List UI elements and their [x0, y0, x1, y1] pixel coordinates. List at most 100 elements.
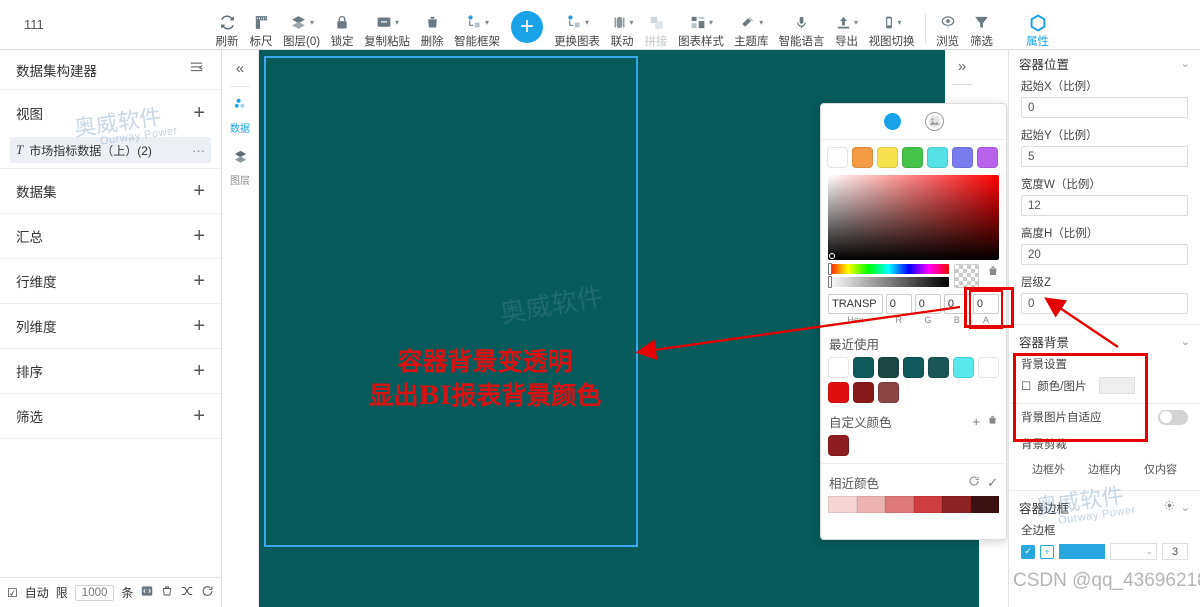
refresh-icon[interactable] — [201, 584, 214, 601]
toolbar-properties[interactable]: 属性 — [1021, 2, 1055, 50]
similar-swatch[interactable] — [885, 496, 914, 513]
add-sort-button[interactable]: + — [193, 361, 205, 381]
toolbar-browse[interactable]: 浏览 — [931, 2, 965, 50]
alpha-input[interactable] — [972, 294, 999, 314]
toolbar-link[interactable]: ▾ 联动 — [605, 2, 639, 50]
chevron-down-icon[interactable]: ⌄ — [1181, 335, 1190, 348]
sidebar-section-dataset[interactable]: 数据集 + — [0, 169, 221, 214]
container-border-header[interactable]: 容器边框 ⌄ — [1009, 494, 1200, 520]
toolbar-refresh[interactable]: 刷新 — [210, 2, 244, 50]
alpha-slider[interactable] — [828, 276, 949, 288]
refresh-icon[interactable] — [968, 475, 980, 491]
limit-input[interactable]: 1000 — [74, 584, 115, 601]
border-color-swatch[interactable] — [1059, 544, 1105, 559]
rail-item-layers[interactable]: 图层 — [222, 139, 258, 191]
trash-icon[interactable] — [987, 414, 998, 429]
recent-swatch[interactable] — [953, 357, 974, 378]
toolbar-chart-style[interactable]: ▾ 图表样式 — [673, 2, 729, 50]
preset-swatch[interactable] — [877, 147, 898, 168]
sv-handle[interactable] — [829, 253, 835, 259]
shuffle-icon[interactable] — [180, 584, 194, 601]
similar-swatch[interactable] — [913, 496, 942, 513]
rail-item-data[interactable]: 数据 — [222, 87, 258, 139]
add-row-dimension-button[interactable]: + — [193, 271, 205, 291]
trash-icon[interactable] — [161, 584, 173, 601]
background-adapt-toggle[interactable] — [1158, 409, 1188, 425]
color-circle-icon[interactable] — [883, 113, 901, 130]
sidebar-section-sort[interactable]: 排序 + — [0, 349, 221, 394]
recent-swatch[interactable] — [828, 382, 849, 403]
more-options-icon[interactable]: ··· — [192, 143, 205, 158]
preset-swatch[interactable] — [927, 147, 948, 168]
preset-swatch[interactable] — [852, 147, 873, 168]
preset-swatch[interactable] — [977, 147, 998, 168]
image-circle-icon[interactable] — [924, 112, 944, 131]
trash-icon[interactable] — [987, 264, 999, 281]
custom-swatch[interactable] — [828, 435, 849, 456]
sidebar-section-column-dimension[interactable]: 列维度 + — [0, 304, 221, 349]
z-index-input[interactable] — [1021, 293, 1188, 314]
recent-swatch[interactable] — [878, 357, 899, 378]
container-background-header[interactable]: 容器背景 ⌄ — [1009, 328, 1200, 354]
toolbar-smart-frame[interactable]: ▾ 智能框架 — [449, 2, 505, 50]
similar-swatch[interactable] — [970, 496, 999, 513]
alpha-handle[interactable] — [828, 276, 832, 288]
similar-swatch[interactable] — [828, 496, 857, 513]
b-input[interactable] — [943, 294, 970, 314]
toolbar-swap-chart[interactable]: ▾ 更换图表 — [549, 2, 605, 50]
recent-swatch[interactable] — [978, 357, 999, 378]
selected-container[interactable] — [264, 56, 638, 547]
add-view-button[interactable]: + — [193, 103, 205, 123]
preset-swatch[interactable] — [902, 147, 923, 168]
recent-swatch[interactable] — [828, 357, 849, 378]
recent-swatch[interactable] — [853, 357, 874, 378]
gear-icon[interactable] — [1164, 500, 1175, 514]
g-input[interactable] — [914, 294, 941, 314]
sidebar-section-summary[interactable]: 汇总 + — [0, 214, 221, 259]
code-icon[interactable] — [140, 584, 154, 601]
sidebar-section-filter[interactable]: 筛选 + — [0, 394, 221, 439]
border-style-checkbox[interactable]: + — [1040, 544, 1054, 559]
check-icon[interactable]: ✓ — [987, 475, 998, 491]
recent-swatch[interactable] — [878, 382, 899, 403]
recent-swatch[interactable] — [903, 357, 924, 378]
start-x-input[interactable] — [1021, 97, 1188, 118]
toolbar-delete[interactable]: 删除 — [415, 2, 449, 50]
add-summary-button[interactable]: + — [193, 226, 205, 246]
saturation-value-area[interactable] — [828, 175, 999, 260]
toolbar-lock[interactable]: 锁定 — [325, 2, 359, 50]
auto-checkbox[interactable]: ☑ — [7, 586, 18, 600]
hue-handle[interactable] — [828, 263, 832, 275]
border-width-input[interactable]: 3 — [1162, 543, 1188, 560]
recent-swatch[interactable] — [928, 357, 949, 378]
toolbar-stitch[interactable]: 拼接 — [639, 2, 673, 50]
similar-swatch[interactable] — [856, 496, 885, 513]
sidebar-section-row-dimension[interactable]: 行维度 + — [0, 259, 221, 304]
rail-collapse-button[interactable]: « — [222, 50, 258, 86]
chevron-down-icon[interactable]: ⌄ — [1181, 501, 1190, 514]
height-input[interactable] — [1021, 244, 1188, 265]
container-position-header[interactable]: 容器位置 ⌄ — [1009, 50, 1200, 76]
list-item[interactable]: T 市场指标数据（上）(2) ··· — [10, 137, 211, 163]
background-color-swatch[interactable] — [1098, 377, 1135, 394]
background-color-image-row[interactable]: ☐ 颜色/图片 — [1009, 375, 1200, 394]
preset-swatch[interactable] — [952, 147, 973, 168]
toolbar-ruler[interactable]: 标尺 — [244, 2, 278, 50]
background-checkbox[interactable]: ☐ — [1021, 379, 1031, 393]
toolbar-theme-library[interactable]: ▾ 主题库 — [729, 2, 774, 50]
crop-option-inside[interactable]: 边框内 — [1077, 458, 1132, 480]
add-dataset-button[interactable]: + — [193, 181, 205, 201]
hue-slider[interactable] — [828, 263, 949, 275]
add-column-dimension-button[interactable]: + — [193, 316, 205, 336]
expand-right-button[interactable]: » — [958, 58, 966, 75]
width-input[interactable] — [1021, 195, 1188, 216]
recent-swatch[interactable] — [853, 382, 874, 403]
toolbar-copy-paste[interactable]: ▾ 复制粘贴 — [359, 2, 415, 50]
chevron-down-icon[interactable]: ⌄ — [1181, 57, 1190, 70]
border-enable-checkbox[interactable]: ✓ — [1021, 544, 1035, 559]
add-filter-button[interactable]: + — [193, 406, 205, 426]
toolbar-filter[interactable]: 筛选 — [965, 2, 999, 50]
crop-option-outside[interactable]: 边框外 — [1021, 458, 1076, 480]
toolbar-view-switch[interactable]: ▾ 视图切换 — [864, 2, 920, 50]
collapse-list-icon[interactable] — [188, 60, 205, 80]
